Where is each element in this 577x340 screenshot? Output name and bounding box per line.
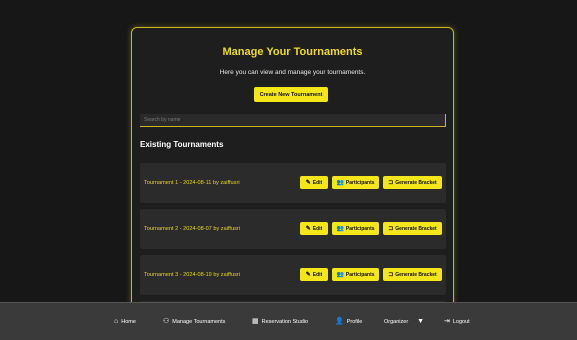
pencil-icon: ✎ <box>305 226 311 232</box>
logout-icon: ⇥ <box>444 318 450 325</box>
participants-button[interactable]: 👥 Participants <box>332 222 379 235</box>
nav-manage-label: Manage Tournaments <box>172 319 226 325</box>
users-icon: 👥 <box>336 272 344 278</box>
nav-reservation-studio[interactable]: ▦ Reservation Studio <box>252 303 308 340</box>
manage-tournaments-panel: Manage Your Tournaments Here you can vie… <box>131 27 454 327</box>
tournament-row: Tournament 2 - 2024-08-07 by zaiffusri ✎… <box>140 209 446 249</box>
gamepad-icon: ⚇ <box>163 318 170 325</box>
nav-logout[interactable]: ⇥ Logout <box>444 303 470 340</box>
nav-manage-tournaments[interactable]: ⚇ Manage Tournaments <box>163 303 225 340</box>
search-input[interactable] <box>140 114 446 127</box>
tournament-name: Tournament 3 - 2024-08-19 by zaiffusri <box>144 272 240 278</box>
generate-label: Generate Bracket <box>395 179 437 186</box>
bracket-icon: ⊐ <box>388 272 394 278</box>
participants-button[interactable]: 👥 Participants <box>332 176 379 189</box>
nav-logout-label: Logout <box>452 319 470 325</box>
bracket-icon: ⊐ <box>388 226 394 232</box>
generate-bracket-button[interactable]: ⊐ Generate Bracket <box>383 222 442 235</box>
generate-bracket-button[interactable]: ⊐ Generate Bracket <box>383 176 442 189</box>
participants-label: Participants <box>345 225 375 232</box>
nav-profile-label: Profile <box>346 319 363 325</box>
nav-organizer-dropdown[interactable]: Organizer ▼ <box>384 303 424 340</box>
pencil-icon: ✎ <box>305 272 311 278</box>
users-icon: 👥 <box>336 226 344 232</box>
create-tournament-button[interactable]: Create New Tournament <box>254 87 328 102</box>
edit-label: Edit <box>312 225 323 232</box>
tournament-name: Tournament 2 - 2024-08-07 by zaiffusri <box>144 226 240 232</box>
section-title: Existing Tournaments <box>140 140 224 149</box>
page-title: Manage Your Tournaments <box>222 46 363 58</box>
edit-label: Edit <box>312 179 323 186</box>
edit-label: Edit <box>312 271 323 278</box>
nav-organizer-label: Organizer <box>384 319 409 325</box>
nav-profile[interactable]: 👤 Profile <box>335 303 362 340</box>
edit-button[interactable]: ✎ Edit <box>300 268 328 281</box>
generate-bracket-button[interactable]: ⊐ Generate Bracket <box>383 268 442 281</box>
user-icon: 👤 <box>335 318 344 325</box>
tournament-row: Tournament 1 - 2024-08-11 by zaiffusri ✎… <box>140 163 446 203</box>
nav-home[interactable]: ⌂ Home <box>114 303 136 340</box>
generate-label: Generate Bracket <box>395 225 437 232</box>
participants-label: Participants <box>345 271 375 278</box>
users-icon: 👥 <box>336 180 344 186</box>
participants-button[interactable]: 👥 Participants <box>332 268 379 281</box>
pencil-icon: ✎ <box>305 180 311 186</box>
bracket-icon: ⊐ <box>388 180 394 186</box>
edit-button[interactable]: ✎ Edit <box>300 222 328 235</box>
nav-home-label: Home <box>121 319 136 325</box>
nav-reservation-label: Reservation Studio <box>261 319 309 325</box>
bottom-navbar: ⌂ Home ⚇ Manage Tournaments ▦ Reservatio… <box>0 302 577 340</box>
participants-label: Participants <box>345 179 375 186</box>
generate-label: Generate Bracket <box>395 271 437 278</box>
edit-button[interactable]: ✎ Edit <box>300 176 328 189</box>
tournament-row: Tournament 3 - 2024-08-19 by zaiffusri ✎… <box>140 255 446 295</box>
page-subtitle: Here you can view and manage your tourna… <box>219 69 366 76</box>
home-icon: ⌂ <box>114 318 119 325</box>
caret-down-icon: ▼ <box>417 318 425 325</box>
tournament-name: Tournament 1 - 2024-08-11 by zaiffusri <box>144 180 240 186</box>
calendar-icon: ▦ <box>252 318 259 325</box>
